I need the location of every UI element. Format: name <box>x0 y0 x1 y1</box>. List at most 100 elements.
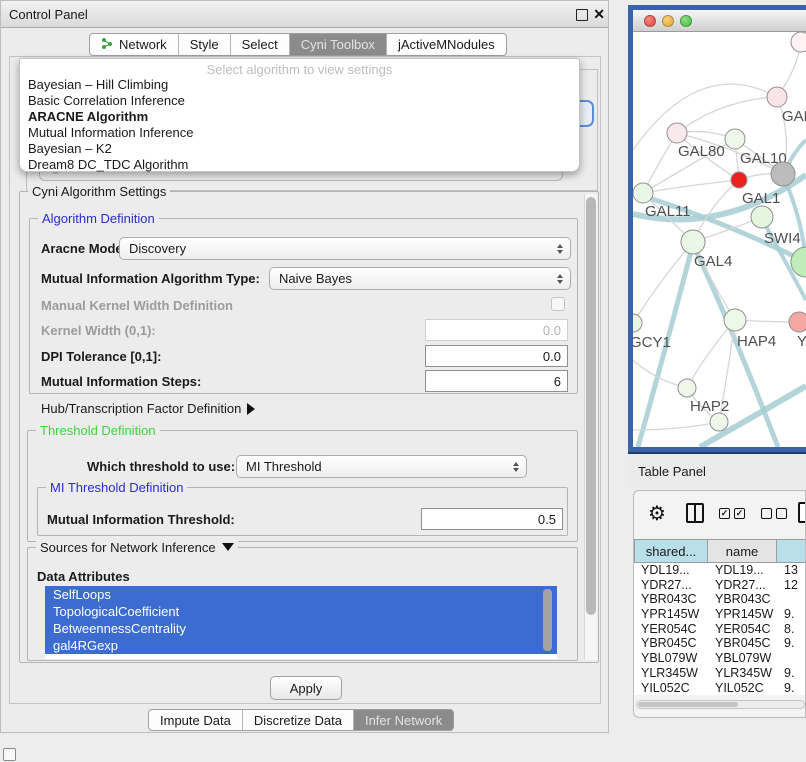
attribute-list-item[interactable]: SelfLoops <box>45 586 557 603</box>
network-node[interactable] <box>789 312 806 332</box>
zoom-traffic-icon[interactable] <box>680 15 692 27</box>
network-canvas[interactable]: GALGAL80GAL10GAL1GAL11SWI4GAL4GCY1HAP4YH… <box>633 32 806 447</box>
tab-cyni-toolbox[interactable]: Cyni Toolbox <box>290 34 387 55</box>
table-hscrollbar-track[interactable] <box>636 700 805 709</box>
algorithm-option[interactable]: Basic Correlation Inference <box>20 93 579 109</box>
table-row[interactable]: YBR045CYBR045C9. <box>634 636 806 651</box>
manual-kernel-width-checkbox[interactable] <box>551 297 565 311</box>
network-node[interactable] <box>767 87 787 107</box>
attribute-list-item[interactable]: gal4RGexp <box>45 637 557 654</box>
table-row[interactable]: YDR27...YDR27...12 <box>634 578 806 593</box>
table-cell[interactable]: YER054C <box>634 622 708 637</box>
float-window-icon[interactable] <box>576 9 588 21</box>
close-icon[interactable]: ✕ <box>593 6 605 23</box>
hub-factor-expander[interactable]: Hub/Transcription Factor Definition <box>41 401 255 416</box>
network-node[interactable] <box>633 183 653 203</box>
table-row[interactable]: YLR345WYLR345W9. <box>634 666 806 681</box>
tab-select[interactable]: Select <box>231 34 290 55</box>
tab-network[interactable]: Network <box>90 34 179 55</box>
table-cell[interactable]: 13 <box>777 563 806 578</box>
table-cell[interactable]: YBR043C <box>708 592 777 607</box>
tab-style[interactable]: Style <box>179 34 231 55</box>
attribute-list-item[interactable]: TopologicalCoefficient <box>45 603 557 620</box>
table-row[interactable]: YDL19...YDL19...13 <box>634 563 806 578</box>
table-cell[interactable]: YIL052C <box>634 681 708 696</box>
table-cell[interactable] <box>777 592 806 607</box>
table-cell[interactable]: YLR345W <box>634 666 708 681</box>
algorithm-option[interactable]: ARACNE Algorithm <box>20 109 579 125</box>
algorithm-option[interactable]: Bayesian – Hill Climbing <box>20 77 579 93</box>
apply-button[interactable]: Apply <box>270 676 342 700</box>
checked-box-icon[interactable]: ✓ <box>734 508 745 519</box>
network-node[interactable] <box>633 314 642 332</box>
table-cell[interactable]: YPR145W <box>708 607 777 622</box>
tab-jactivemnodules[interactable]: jActiveMNodules <box>387 34 506 55</box>
table-cell[interactable]: YDR27... <box>634 578 708 593</box>
algorithm-option[interactable]: Mutual Information Inference <box>20 125 579 141</box>
tab-discretize-data[interactable]: Discretize Data <box>243 710 354 730</box>
algorithm-option[interactable]: Bayesian – K2 <box>20 141 579 157</box>
dpi-tolerance-field[interactable]: 0.0 <box>425 345 568 367</box>
close-traffic-icon[interactable] <box>644 15 656 27</box>
document-icon[interactable] <box>798 502 806 523</box>
network-node[interactable] <box>731 172 747 188</box>
table-cell[interactable]: YIL052C <box>708 681 777 696</box>
network-node[interactable] <box>751 206 773 228</box>
list-scrollbar[interactable] <box>543 589 552 651</box>
table-cell[interactable]: YLR345W <box>708 666 777 681</box>
table-cell[interactable]: YBR045C <box>634 636 708 651</box>
table-cell[interactable]: 9. <box>777 607 806 622</box>
settings-scrollbar-thumb[interactable] <box>586 197 596 615</box>
tab-infer-network[interactable]: Infer Network <box>354 710 453 730</box>
sources-title[interactable]: Sources for Network Inference <box>36 540 238 555</box>
mi-threshold-field[interactable]: 0.5 <box>421 508 563 530</box>
table-cell[interactable]: YDL19... <box>634 563 708 578</box>
unchecked-box-icon[interactable] <box>776 508 787 519</box>
table-cell[interactable]: 9. <box>777 636 806 651</box>
table-cell[interactable] <box>777 651 806 666</box>
table-cell[interactable]: YBR045C <box>708 636 777 651</box>
attribute-list-item[interactable]: BetweennessCentrality <box>45 620 557 637</box>
split-column-icon[interactable] <box>686 503 704 523</box>
table-row[interactable]: YBL079WYBL079W <box>634 651 806 666</box>
minimize-traffic-icon[interactable] <box>662 15 674 27</box>
table-cell[interactable]: YER054C <box>708 622 777 637</box>
table-cell[interactable]: YBL079W <box>634 651 708 666</box>
checked-box-icon[interactable]: ✓ <box>719 508 730 519</box>
column-header-extra[interactable] <box>777 539 806 563</box>
table-cell[interactable]: YDR27... <box>708 578 777 593</box>
table-cell[interactable]: YBL079W <box>708 651 777 666</box>
table-hscrollbar-thumb[interactable] <box>638 702 738 707</box>
column-header-name[interactable]: name <box>708 539 777 563</box>
which-threshold-combo[interactable]: MI Threshold <box>236 455 527 478</box>
unchecked-box-icon[interactable] <box>761 508 772 519</box>
table-cell[interactable]: 8. <box>777 622 806 637</box>
network-node[interactable] <box>710 413 728 431</box>
network-node[interactable] <box>678 379 696 397</box>
table-row[interactable]: YBR043CYBR043C <box>634 592 806 607</box>
network-node[interactable] <box>681 230 705 254</box>
table-row[interactable]: YIL052CYIL052C9. <box>634 681 806 696</box>
data-attributes-list[interactable]: SelfLoopsTopologicalCoefficientBetweenne… <box>45 586 557 659</box>
gear-icon[interactable]: ⚙ <box>648 501 666 526</box>
aracne-mode-combo[interactable]: Discovery <box>119 237 571 260</box>
network-node[interactable] <box>791 32 806 52</box>
network-node[interactable] <box>667 123 687 143</box>
table-cell[interactable]: 9. <box>777 681 806 696</box>
table-cell[interactable]: 9. <box>777 666 806 681</box>
tab-impute-data[interactable]: Impute Data <box>149 710 243 730</box>
table-row[interactable]: YPR145WYPR145W9. <box>634 607 806 622</box>
column-header-shared[interactable]: shared... <box>634 539 708 563</box>
mi-algorithm-type-combo[interactable]: Naive Bayes <box>269 267 571 290</box>
algorithm-option[interactable]: Dream8 DC_TDC Algorithm <box>20 157 579 173</box>
network-node[interactable] <box>725 129 745 149</box>
table-cell[interactable]: YPR145W <box>634 607 708 622</box>
dock-panel-icon[interactable] <box>3 748 16 761</box>
network-node[interactable] <box>771 162 795 186</box>
table-cell[interactable]: YDL19... <box>708 563 777 578</box>
table-row[interactable]: YER054CYER054C8. <box>634 622 806 637</box>
network-window-titlebar[interactable] <box>633 10 806 32</box>
table-cell[interactable]: YBR043C <box>634 592 708 607</box>
mi-steps-field[interactable]: 6 <box>425 370 568 392</box>
network-node[interactable] <box>724 309 746 331</box>
